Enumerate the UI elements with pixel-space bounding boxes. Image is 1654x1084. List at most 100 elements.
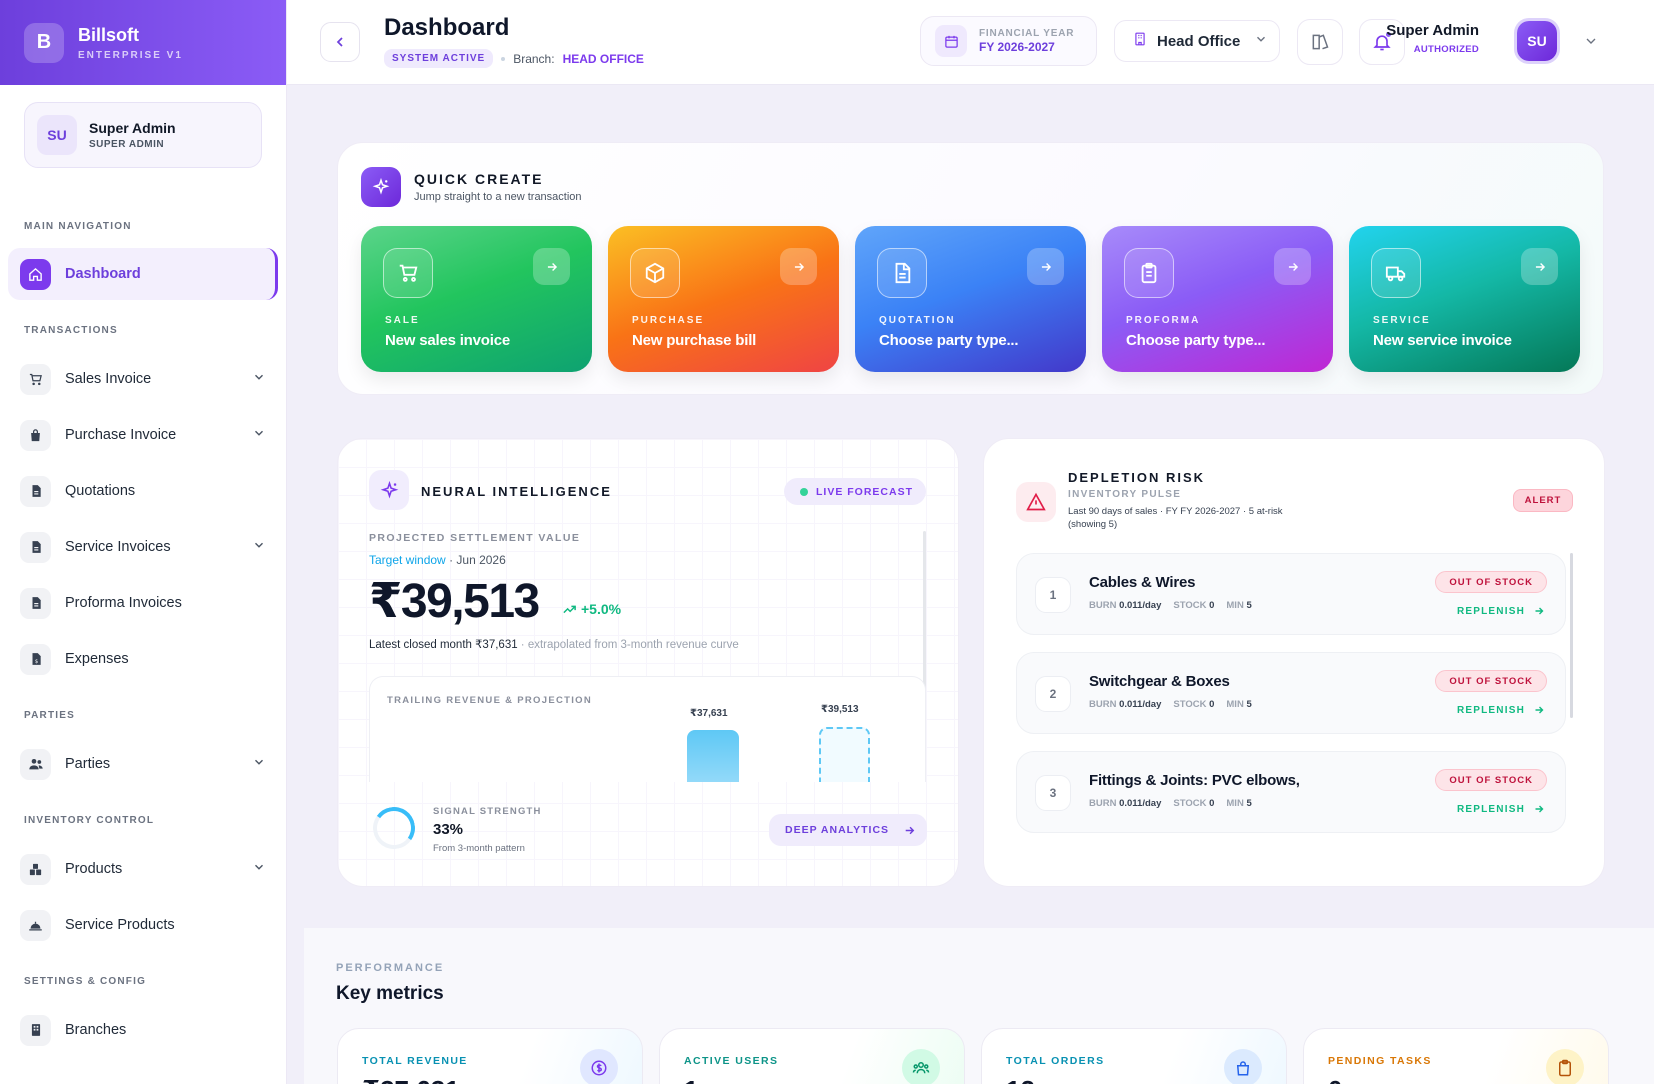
sidebar-item-label: Expenses xyxy=(65,651,129,667)
theme-toggle-button[interactable] xyxy=(1297,19,1343,65)
quick-create-sale-card[interactable]: SALE New sales invoice xyxy=(361,226,592,372)
quick-create-proforma-card[interactable]: PROFORMA Choose party type... xyxy=(1102,226,1333,372)
metric-card-total-revenue[interactable]: TOTAL REVENUE ₹37,631 xyxy=(337,1028,643,1084)
topbar-user-name: Super Admin xyxy=(1386,22,1479,39)
sidebar-item-purchase-invoice[interactable]: Purchase Invoice xyxy=(8,409,278,461)
metric-card-total-orders[interactable]: TOTAL ORDERS 12 xyxy=(981,1028,1287,1084)
boxes-icon xyxy=(20,853,51,885)
sidebar-item-label: Purchase Invoice xyxy=(65,427,177,443)
svg-text:$: $ xyxy=(34,659,37,665)
metric-value: 12 xyxy=(1006,1075,1035,1084)
status-badge: OUT OF STOCK xyxy=(1435,670,1547,692)
branch-label: Branch: xyxy=(513,51,555,66)
stock-label: STOCK xyxy=(1173,798,1207,809)
avatar[interactable]: SU xyxy=(1517,21,1557,61)
metric-value: 0 xyxy=(1328,1075,1342,1084)
burn-label: BURN xyxy=(1089,600,1117,611)
rank-number: 3 xyxy=(1035,775,1071,811)
arrow-right-icon xyxy=(1535,607,1544,615)
replenish-button[interactable]: REPLENISH xyxy=(1457,605,1545,617)
chevron-down-icon[interactable] xyxy=(252,538,266,556)
sidebar-item-sales-invoice[interactable]: Sales Invoice xyxy=(8,353,278,405)
change-value: +5.0% xyxy=(581,601,622,617)
list-item[interactable]: 2 Switchgear & Boxes BURN 0.011/day STOC… xyxy=(1016,652,1566,734)
chevron-down-icon[interactable] xyxy=(252,755,266,773)
sidebar-item-service-invoices[interactable]: Service Invoices xyxy=(8,521,278,573)
sparkles-icon xyxy=(369,470,409,510)
card-label: New purchase bill xyxy=(632,332,757,349)
back-button[interactable] xyxy=(320,22,360,62)
status-badge: OUT OF STOCK xyxy=(1435,769,1547,791)
quick-create-panel: QUICK CREATE Jump straight to a new tran… xyxy=(337,142,1604,395)
bar-projected xyxy=(819,727,870,782)
scrollbar[interactable] xyxy=(1570,553,1573,718)
arrow-right-icon xyxy=(1535,805,1544,813)
financial-year-value: FY 2026-2027 xyxy=(979,40,1055,54)
deep-analytics-button[interactable]: DEEP ANALYTICS xyxy=(769,814,927,846)
sidebar-item-service-products[interactable]: Service Products xyxy=(8,899,278,951)
quick-create-service-card[interactable]: SERVICE New service invoice xyxy=(1349,226,1580,372)
list-item[interactable]: 3 Fittings & Joints: PVC elbows, BURN 0.… xyxy=(1016,751,1566,833)
live-forecast-badge: LIVE FORECAST xyxy=(784,478,926,505)
financial-year-selector[interactable]: FINANCIAL YEAR FY 2026-2027 xyxy=(920,16,1097,66)
performance-section: PERFORMANCE Key metrics TOTAL REVENUE ₹3… xyxy=(304,928,1654,1084)
sidebar-item-products[interactable]: Products xyxy=(8,843,278,895)
bag-icon xyxy=(20,419,51,451)
page-title: Dashboard xyxy=(384,14,510,41)
projected-value: ₹39,513 xyxy=(369,575,540,628)
quick-create-purchase-card[interactable]: PURCHASE New purchase bill xyxy=(608,226,839,372)
replenish-label: REPLENISH xyxy=(1456,704,1525,716)
item-meta: BURN 0.011/day STOCK 0 MIN 5 xyxy=(1089,699,1252,710)
deep-analytics-label: DEEP ANALYTICS xyxy=(785,824,890,836)
signal-strength-ring xyxy=(369,803,419,853)
metric-value: 1 xyxy=(684,1075,698,1084)
sidebar-item-dashboard[interactable]: Dashboard xyxy=(8,248,278,300)
trailing-revenue-chart: TRAILING REVENUE & PROJECTION ₹37,631 ₹3… xyxy=(369,676,926,782)
target-window-value: · Jun 2026 xyxy=(449,553,506,567)
users-icon xyxy=(902,1049,940,1084)
users-icon xyxy=(20,748,51,780)
card-label: New service invoice xyxy=(1373,332,1512,349)
quick-create-quotation-card[interactable]: QUOTATION Choose party type... xyxy=(855,226,1086,372)
item-meta: BURN 0.011/day STOCK 0 MIN 5 xyxy=(1089,600,1252,611)
truck-icon xyxy=(1371,248,1421,298)
brand-subtitle: ENTERPRISE V1 xyxy=(78,49,183,61)
quick-create-title: QUICK CREATE xyxy=(414,171,544,187)
burn-label: BURN xyxy=(1089,699,1117,710)
signal-sub: From 3-month pattern xyxy=(433,843,525,854)
chevron-down-icon[interactable] xyxy=(1583,33,1599,54)
bar-projected-label: ₹39,513 xyxy=(821,704,859,715)
replenish-button[interactable]: REPLENISH xyxy=(1457,803,1545,815)
bag-icon xyxy=(1224,1049,1262,1084)
change-indicator: +5.0% xyxy=(562,601,621,617)
sidebar-item-quotations[interactable]: Quotations xyxy=(8,465,278,517)
min-label: MIN xyxy=(1226,798,1244,809)
sidebar-item-label: Sales Invoice xyxy=(65,371,152,387)
sidebar-item-expenses[interactable]: $ Expenses xyxy=(8,633,278,685)
avatar: SU xyxy=(37,115,77,155)
branch-select[interactable]: Head Office xyxy=(1114,20,1280,62)
chevron-down-icon[interactable] xyxy=(252,370,266,388)
replenish-button[interactable]: REPLENISH xyxy=(1457,704,1545,716)
building-icon xyxy=(20,1014,51,1046)
sidebar-user-card[interactable]: SU Super Admin SUPER ADMIN xyxy=(24,102,262,168)
metric-card-active-users[interactable]: ACTIVE USERS 1 xyxy=(659,1028,965,1084)
document-icon xyxy=(877,248,927,298)
metric-card-pending-tasks[interactable]: PENDING TASKS 0 xyxy=(1303,1028,1609,1084)
sidebar-item-parties[interactable]: Parties xyxy=(8,738,278,790)
card-label: Choose party type... xyxy=(879,332,1019,349)
sidebar-item-proforma-invoices[interactable]: Proforma Invoices xyxy=(8,577,278,629)
branch-select-value: Head Office xyxy=(1157,32,1241,50)
neural-title: NEURAL INTELLIGENCE xyxy=(421,484,612,499)
depletion-title: DEPLETION RISK xyxy=(1068,470,1206,485)
chevron-down-icon[interactable] xyxy=(252,426,266,444)
sidebar-item-branches[interactable]: Branches xyxy=(8,1004,278,1056)
neural-intelligence-panel: NEURAL INTELLIGENCE LIVE FORECAST PROJEC… xyxy=(337,438,959,887)
bar-actual xyxy=(687,730,739,782)
list-item[interactable]: 1 Cables & Wires BURN 0.011/day STOCK 0 … xyxy=(1016,553,1566,635)
target-window-label: Target window xyxy=(369,553,446,567)
latest-note: · extrapolated from 3-month revenue curv… xyxy=(517,639,739,651)
brand-header[interactable]: B Billsoft ENTERPRISE V1 xyxy=(0,0,286,85)
chevron-down-icon[interactable] xyxy=(252,860,266,878)
nav-section-main: MAIN NAVIGATION xyxy=(24,221,132,232)
